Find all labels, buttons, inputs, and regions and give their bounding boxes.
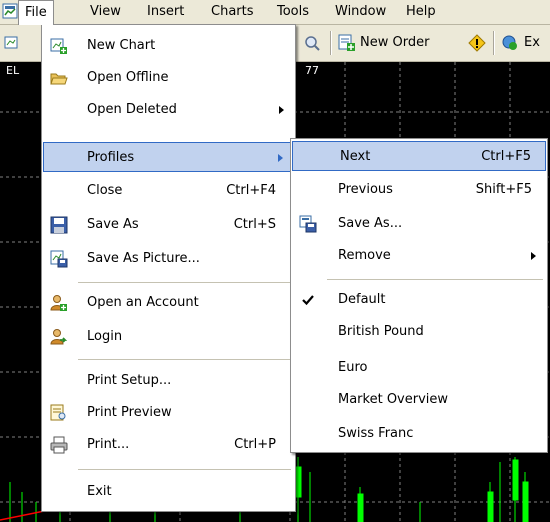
menu-item-save-as[interactable]: Save As Ctrl+S xyxy=(43,210,294,240)
menu-tools[interactable]: Tools xyxy=(271,0,315,24)
toolbar-separator xyxy=(493,31,495,55)
menu-item-label: Save As Picture... xyxy=(87,251,200,266)
profiles-submenu: Next Ctrl+F5 Previous Shift+F5 Save As..… xyxy=(290,138,548,453)
printer-icon xyxy=(50,436,68,454)
menu-item-label: Default xyxy=(338,292,386,307)
menu-item-label: Print Setup... xyxy=(87,373,172,388)
menu-separator xyxy=(78,282,291,283)
menu-item-shortcut: Ctrl+S xyxy=(233,217,276,232)
new-order-button[interactable]: New Order xyxy=(338,32,429,54)
menu-item-open-account[interactable]: Open an Account xyxy=(43,288,294,318)
new-order-label: New Order xyxy=(360,35,430,50)
folder-open-icon xyxy=(50,73,68,85)
toolbar-chart-zoom-button[interactable] xyxy=(303,32,321,54)
chart-symbol-label: EL xyxy=(6,64,20,77)
submenu-item-remove[interactable]: Remove xyxy=(292,241,546,271)
menu-item-label: Close xyxy=(87,183,123,198)
menu-item-label: Print... xyxy=(87,437,130,452)
menu-item-shortcut: Ctrl+F4 xyxy=(226,183,276,198)
toolbar-alert-button[interactable] xyxy=(468,32,486,54)
save-picture-icon xyxy=(50,250,68,268)
menu-item-label: British Pound xyxy=(338,324,424,339)
toolbar-new-chart-button[interactable] xyxy=(4,32,20,54)
chart-price-label: 77 xyxy=(305,64,319,77)
menu-item-login[interactable]: Login xyxy=(43,322,294,352)
new-chart-icon xyxy=(4,36,18,49)
submenu-item-british-pound[interactable]: British Pound xyxy=(292,317,546,347)
menu-item-label: Market Overview xyxy=(338,392,449,407)
save-profile-icon xyxy=(299,215,317,233)
menu-item-label: Open Deleted xyxy=(87,102,177,117)
menu-item-profiles[interactable]: Profiles xyxy=(43,142,294,172)
menu-item-label: Swiss Franc xyxy=(338,426,414,441)
menu-file[interactable]: File xyxy=(18,0,54,25)
menu-item-shortcut: Ctrl+F5 xyxy=(481,149,531,164)
submenu-arrow-icon xyxy=(278,154,283,162)
menu-item-open-deleted[interactable]: Open Deleted xyxy=(43,95,294,125)
menu-item-label: Print Preview xyxy=(87,405,172,420)
expert-advisors-button[interactable]: Ex xyxy=(500,32,540,54)
new-order-icon xyxy=(338,34,355,51)
menu-item-exit[interactable]: Exit xyxy=(43,477,294,507)
menu-bar: File View Insert Charts Tools Window Hel… xyxy=(0,0,550,25)
expert-advisors-label: Ex xyxy=(524,35,540,50)
submenu-item-market-overview[interactable]: Market Overview xyxy=(292,385,546,415)
menu-window[interactable]: Window xyxy=(329,0,392,24)
submenu-item-save-as[interactable]: Save As... xyxy=(292,209,546,239)
new-chart-icon xyxy=(50,38,67,54)
menu-item-label: New Chart xyxy=(87,38,156,53)
submenu-arrow-icon xyxy=(279,106,284,114)
menu-item-label: Save As xyxy=(87,217,139,232)
menu-charts[interactable]: Charts xyxy=(205,0,260,24)
menu-item-open-offline[interactable]: Open Offline xyxy=(43,63,294,93)
user-login-icon xyxy=(50,329,68,345)
menu-item-label: Profiles xyxy=(87,150,135,165)
menu-item-label: Remove xyxy=(338,248,391,263)
menu-item-label: Exit xyxy=(87,484,112,499)
floppy-disk-icon xyxy=(50,216,68,234)
warning-diamond-icon xyxy=(468,34,486,52)
submenu-item-previous[interactable]: Previous Shift+F5 xyxy=(292,175,546,205)
user-add-icon xyxy=(50,295,67,311)
app-icon[interactable] xyxy=(2,3,18,19)
menu-item-label: Login xyxy=(87,329,123,344)
print-preview-icon xyxy=(50,404,66,421)
menu-item-shortcut: Shift+F5 xyxy=(475,182,532,197)
expert-advisors-icon xyxy=(502,35,517,50)
menu-item-print-preview[interactable]: Print Preview xyxy=(43,398,294,428)
menu-item-label: Open an Account xyxy=(87,295,199,310)
menu-item-label: Previous xyxy=(338,182,393,197)
menu-item-label: Euro xyxy=(338,360,368,375)
menu-item-label: Open Offline xyxy=(87,70,169,85)
menu-item-label: Save As... xyxy=(338,216,403,231)
menu-item-save-as-picture[interactable]: Save As Picture... xyxy=(43,244,294,274)
menu-item-shortcut: Ctrl+P xyxy=(234,437,276,452)
submenu-item-euro[interactable]: Euro xyxy=(292,353,546,383)
menu-separator xyxy=(78,469,291,470)
menu-item-label: Next xyxy=(340,149,371,164)
submenu-item-next[interactable]: Next Ctrl+F5 xyxy=(292,141,546,171)
magnifier-icon xyxy=(305,36,320,51)
menu-view[interactable]: View xyxy=(84,0,127,24)
menu-insert[interactable]: Insert xyxy=(141,0,190,24)
file-menu: New Chart Open Offline Open Deleted Prof… xyxy=(41,24,296,512)
toolbar-separator xyxy=(330,31,332,55)
menu-separator xyxy=(78,359,291,360)
submenu-item-default[interactable]: Default xyxy=(292,285,546,315)
submenu-item-swiss-franc[interactable]: Swiss Franc xyxy=(292,419,546,449)
submenu-arrow-icon xyxy=(531,252,536,260)
menu-item-print-setup[interactable]: Print Setup... xyxy=(43,366,294,396)
menu-separator xyxy=(327,279,543,280)
menu-item-print[interactable]: Print... Ctrl+P xyxy=(43,430,294,460)
menu-item-close[interactable]: Close Ctrl+F4 xyxy=(43,176,294,206)
menu-item-new-chart[interactable]: New Chart xyxy=(43,31,294,61)
menu-help[interactable]: Help xyxy=(400,0,442,24)
checkmark-icon xyxy=(302,295,314,306)
